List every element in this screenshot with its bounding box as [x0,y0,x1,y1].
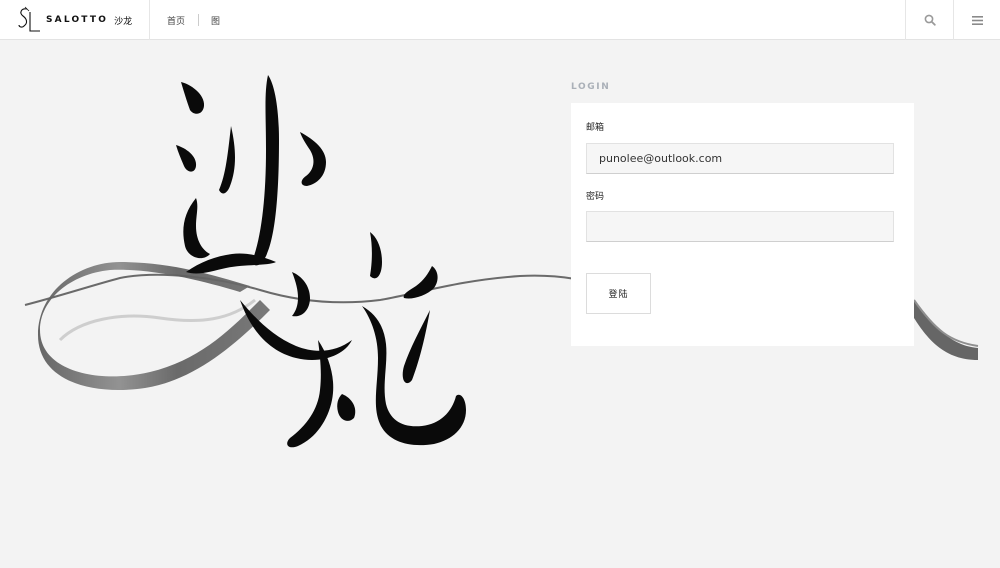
login-heading: LOGIN [571,82,611,92]
login-button[interactable]: 登陆 [586,273,651,314]
nav-item-gallery[interactable]: 图 [211,14,230,27]
nav-divider [198,14,200,26]
calligraphy-character-sha [176,75,326,274]
salotto-monogram-icon [18,6,40,32]
menu-icon [972,15,983,25]
search-button[interactable] [906,0,953,40]
ink-ribbon [38,262,270,390]
main-nav: 首页 图 [167,0,230,40]
password-label: 密码 [586,192,605,202]
password-field[interactable] [586,211,894,242]
search-icon [924,14,936,26]
calligraphy-character-long [240,232,466,448]
menu-button[interactable] [954,0,1000,40]
ink-ribbon [24,273,621,306]
email-label: 邮箱 [586,123,605,133]
brand-name-cn: 沙龙 [114,16,133,27]
brand-name: SALOTTO [46,15,109,25]
login-form: 邮箱 punolee@outlook.com 密码 登陆 [571,103,914,346]
header-divider [149,0,150,40]
email-field[interactable]: punolee@outlook.com [586,143,894,174]
site-logo[interactable]: SALOTTO 沙龙 [16,6,132,34]
ink-ribbon [914,300,978,360]
nav-item-home[interactable]: 首页 [167,14,195,27]
top-navigation-bar: SALOTTO 沙龙 首页 图 [0,0,1000,40]
